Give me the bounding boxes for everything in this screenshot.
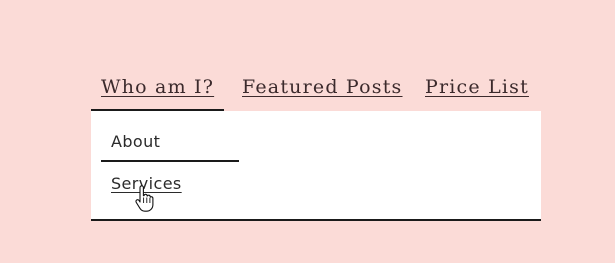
nav-tab-price-list[interactable]: Price List	[425, 76, 529, 98]
nav-tab-who-am-i[interactable]: Who am I?	[101, 76, 214, 98]
submenu-dropdown: About Services	[91, 111, 541, 221]
nav-tab-featured-posts[interactable]: Featured Posts	[242, 76, 403, 98]
submenu-item-about[interactable]: About	[111, 132, 160, 151]
submenu-item-divider	[101, 160, 239, 162]
main-nav: Who am I? Featured Posts Price List	[91, 62, 541, 110]
hand-pointer-icon	[135, 185, 154, 212]
